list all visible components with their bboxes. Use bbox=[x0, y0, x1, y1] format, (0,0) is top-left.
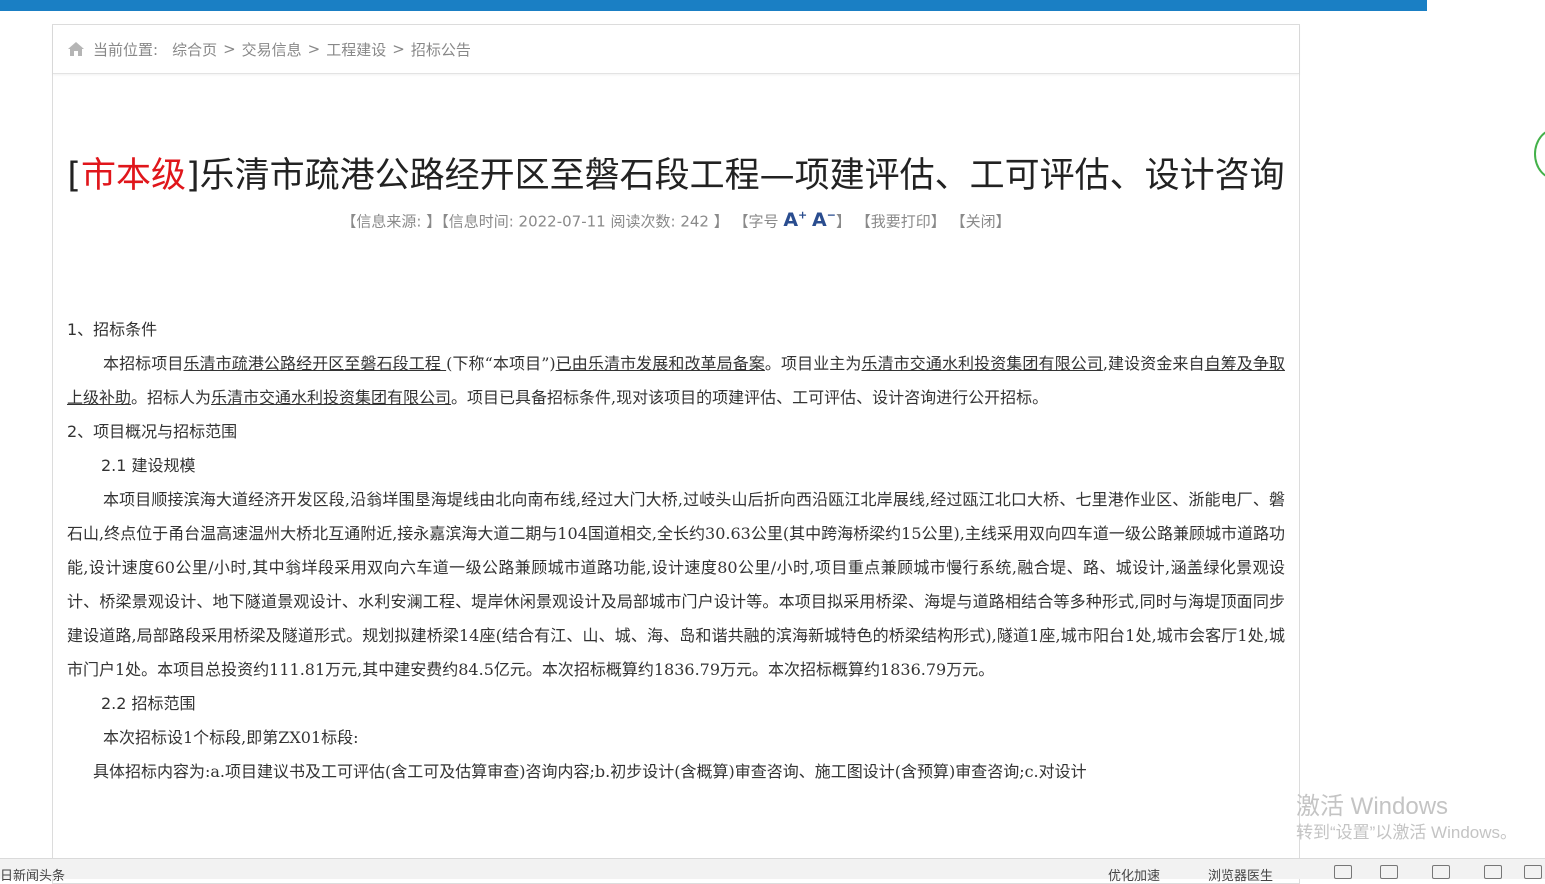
title-level: 市本级 bbox=[80, 156, 186, 196]
text-run: 。招标人为 bbox=[131, 388, 212, 407]
subsection-heading: 2.2 招标范围 bbox=[101, 694, 196, 713]
article-body: 1、招标条件 本招标项目乐清市疏港公路经开区至磐石段工程 (下称“本项目”)已由… bbox=[67, 313, 1285, 789]
meta-views: 242 bbox=[680, 212, 709, 231]
home-icon bbox=[68, 42, 84, 56]
optimize-button[interactable]: 优化加速 bbox=[1108, 865, 1160, 884]
activation-watermark-subtitle: 转到“设置”以激活 Windows。 bbox=[1296, 823, 1518, 842]
text-run: ,建设资金来自 bbox=[1102, 354, 1205, 373]
approval-info: 已由乐清市发展和改革局备案 bbox=[555, 354, 765, 373]
article-panel: 当前位置: 综合页 > 交易信息 > 工程建设 > 招标公告 [市本级]乐清市疏… bbox=[52, 24, 1300, 884]
construction-scale-paragraph: 本项目顺接滨海大道经济开发区段,沿翁垟围垦海堤线由北向南布线,经过大门大桥,过岐… bbox=[67, 490, 1285, 679]
font-decrease-button[interactable]: A− bbox=[812, 209, 836, 231]
subsection-heading: 2.1 建设规模 bbox=[101, 456, 196, 475]
title-text: 乐清市疏港公路经开区至磐石段工程—项建评估、工可评估、设计咨询 bbox=[199, 156, 1285, 196]
text-run: 。项目业主为 bbox=[764, 354, 862, 373]
meta-time: 【信息时间: 2022-07-11 阅读次数: bbox=[441, 212, 681, 231]
text-run: (下称“本项目”) bbox=[446, 354, 556, 373]
breadcrumb-label: 当前位置: bbox=[93, 40, 159, 59]
font-increase-button[interactable]: A+ bbox=[783, 209, 807, 231]
volume-icon[interactable] bbox=[1432, 865, 1450, 879]
screenshot-icon[interactable] bbox=[1380, 865, 1398, 879]
meta-source: 【信息来源: 】 bbox=[341, 212, 442, 231]
breadcrumb-trade-info[interactable]: 交易信息 bbox=[242, 39, 302, 60]
browser-doctor-button[interactable]: 浏览器医生 bbox=[1208, 865, 1273, 884]
breadcrumb-separator: > bbox=[223, 40, 236, 58]
activation-watermark-title: 激活 Windows bbox=[1296, 793, 1449, 820]
article-meta: 【信息来源: 】【信息时间: 2022-07-11 阅读次数: 242 】 【字… bbox=[53, 209, 1299, 231]
tender-content-paragraph: 具体招标内容为:a.项目建议书及工可评估(含工可及估算审查)咨询内容;b.初步设… bbox=[93, 762, 1087, 781]
breadcrumb-home[interactable]: 综合页 bbox=[172, 39, 217, 60]
top-accent-bar bbox=[0, 0, 1427, 11]
side-floating-button[interactable] bbox=[1534, 128, 1545, 180]
close-link[interactable]: 【关闭】 bbox=[951, 212, 1011, 230]
breadcrumb-tender-notice[interactable]: 招标公告 bbox=[411, 39, 471, 60]
project-owner: 乐清市交通水利投资集团有限公司 bbox=[861, 354, 1103, 373]
download-icon[interactable] bbox=[1334, 865, 1352, 879]
breadcrumb-separator: > bbox=[392, 40, 405, 58]
section-heading: 2、项目概况与招标范围 bbox=[67, 422, 238, 441]
font-decrease-letter: A bbox=[812, 209, 827, 232]
meta-close-bracket: 】 bbox=[713, 212, 729, 231]
tender-conditions-paragraph: 本招标项目乐清市疏港公路经开区至磐石段工程 (下称“本项目”)已由乐清市发展和改… bbox=[67, 347, 1285, 415]
text-run: 本招标项目 bbox=[103, 354, 184, 373]
tenderer: 乐清市交通水利投资集团有限公司 bbox=[211, 388, 452, 407]
zoom-icon[interactable] bbox=[1524, 865, 1542, 879]
text-run: 。项目已具备招标条件,现对该项目的项建评估、工可评估、设计咨询进行公开招标。 bbox=[451, 388, 1049, 407]
minus-icon: − bbox=[826, 209, 836, 222]
font-increase-letter: A bbox=[783, 209, 799, 232]
breadcrumb-construction[interactable]: 工程建设 bbox=[326, 39, 386, 60]
plus-icon: + bbox=[798, 209, 808, 222]
window-icon[interactable] bbox=[1484, 865, 1502, 879]
meta-font-label: 【字号 bbox=[733, 212, 779, 231]
page-title: [市本级]乐清市疏港公路经开区至磐石段工程—项建评估、工可评估、设计咨询 bbox=[67, 156, 1285, 196]
browser-status-bar: 日新闻头条 优化加速 浏览器医生 bbox=[0, 858, 1545, 883]
breadcrumb: 当前位置: 综合页 > 交易信息 > 工程建设 > 招标公告 bbox=[53, 25, 1299, 74]
breadcrumb-separator: > bbox=[307, 40, 321, 58]
meta-font-end: 】 bbox=[835, 212, 851, 231]
news-headline-link[interactable]: 日新闻头条 bbox=[0, 865, 65, 884]
project-name: 乐清市疏港公路经开区至磐石段工程 bbox=[183, 354, 447, 373]
section-heading: 1、招标条件 bbox=[67, 320, 158, 339]
tender-scope-paragraph: 本次招标设1个标段,即第ZX01标段: bbox=[103, 728, 359, 747]
print-link[interactable]: 【我要打印】 bbox=[856, 212, 946, 230]
